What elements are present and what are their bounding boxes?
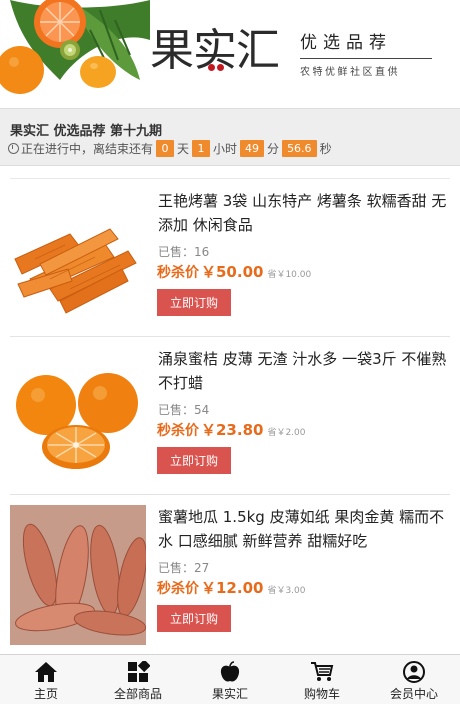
nav-label: 全部商品: [113, 687, 162, 701]
price-label: 秒杀价: [157, 423, 199, 439]
countdown-seconds-unit: 秒: [319, 142, 332, 156]
product-price: ￥50.00: [201, 263, 264, 281]
divider: [300, 58, 432, 59]
user-icon: [403, 661, 425, 683]
product-item[interactable]: 王艳烤薯 3袋 山东特产 烤薯条 软糯香甜 无添加 休闲食品 已售：16 秒杀价…: [10, 178, 450, 336]
product-name[interactable]: 涌泉蜜桔 皮薄 无渣 汁水多 一袋3斤 不催熟 不打蜡: [158, 347, 448, 395]
apple-icon: [220, 661, 240, 682]
nav-item-member-center[interactable]: 会员中心: [368, 655, 460, 704]
countdown-days: 0: [156, 140, 175, 157]
countdown-days-unit: 天: [177, 142, 190, 156]
countdown-status: 正在进行中，离结束还有: [21, 142, 154, 156]
countdown-line: 正在进行中，离结束还有 0 天 1 小时 49 分 56.6 秒: [8, 140, 332, 157]
cherry-icon: [208, 64, 224, 71]
product-price-row: 秒杀价 ￥12.00 省￥3.00: [157, 577, 306, 598]
product-sold-count: 已售：16: [158, 245, 210, 259]
fruit-banner-image: [0, 0, 150, 106]
nav-label: 会员中心: [389, 687, 438, 701]
product-image-mandarin-oranges[interactable]: [10, 347, 146, 487]
product-image-sweet-potatoes[interactable]: [10, 505, 146, 645]
home-icon: [35, 662, 57, 682]
nav-item-cart[interactable]: 购物车: [276, 655, 368, 704]
buy-now-button[interactable]: 立即订购: [157, 289, 231, 316]
product-savings: 省￥10.00: [267, 270, 312, 280]
countdown-minutes: 49: [240, 140, 265, 157]
flash-sale-info-bar: 果实汇 优选品荐 第十九期 正在进行中，离结束还有 0 天 1 小时 49 分 …: [0, 108, 460, 166]
nav-item-home[interactable]: 主页: [0, 655, 92, 704]
price-label: 秒杀价: [157, 581, 199, 597]
product-item[interactable]: 蜜薯地瓜 1.5kg 皮薄如纸 果肉金黄 糯而不水 口感细腻 新鲜营养 甜糯好吃…: [10, 494, 450, 652]
nav-item-all-products[interactable]: 全部商品: [92, 655, 184, 704]
buy-now-button[interactable]: 立即订购: [157, 447, 231, 474]
countdown-minutes-unit: 分: [267, 142, 280, 156]
nav-label: 果实汇: [211, 687, 248, 701]
clock-icon: [8, 143, 19, 154]
product-name[interactable]: 王艳烤薯 3袋 山东特产 烤薯条 软糯香甜 无添加 休闲食品: [158, 189, 448, 237]
nav-label: 主页: [33, 687, 58, 701]
grid-icon: [128, 661, 150, 682]
nav-item-brand[interactable]: 果实汇: [184, 655, 276, 704]
product-price-row: 秒杀价 ￥50.00 省￥10.00: [157, 261, 311, 282]
bottom-navigation: 主页 全部商品 果实汇 购物车 会员中心: [0, 654, 460, 704]
countdown-hours: 1: [192, 140, 211, 157]
product-sold-count: 已售：27: [158, 561, 210, 575]
product-price-row: 秒杀价 ￥23.80 省￥2.00: [157, 419, 306, 440]
app-header: 果实汇 优选品荐 农特优鲜社区直供: [0, 0, 460, 106]
cart-icon: [311, 662, 334, 681]
product-price: ￥12.00: [201, 579, 264, 597]
product-name[interactable]: 蜜薯地瓜 1.5kg 皮薄如纸 果肉金黄 糯而不水 口感细腻 新鲜营养 甜糯好吃: [158, 505, 448, 553]
price-label: 秒杀价: [157, 265, 199, 281]
product-item[interactable]: 涌泉蜜桔 皮薄 无渣 汁水多 一袋3斤 不催熟 不打蜡 已售：54 秒杀价 ￥2…: [10, 336, 450, 494]
product-sold-count: 已售：54: [158, 403, 210, 417]
countdown-hours-unit: 小时: [213, 142, 238, 156]
countdown-seconds: 56.6: [282, 140, 317, 157]
nav-label: 购物车: [303, 687, 340, 701]
product-savings: 省￥3.00: [267, 586, 306, 596]
brand-slogan: 优选品荐 农特优鲜社区直供: [300, 28, 436, 78]
product-image-sweet-potato-fries[interactable]: [10, 189, 146, 329]
product-list: 王艳烤薯 3袋 山东特产 烤薯条 软糯香甜 无添加 休闲食品 已售：16 秒杀价…: [10, 178, 450, 652]
flash-sale-title: 果实汇 优选品荐 第十九期: [10, 124, 163, 139]
brand-tagline: 优选品荐: [300, 33, 392, 53]
buy-now-button[interactable]: 立即订购: [157, 605, 231, 632]
product-savings: 省￥2.00: [267, 428, 306, 438]
product-price: ￥23.80: [201, 421, 264, 439]
brand-subtitle: 农特优鲜社区直供: [300, 67, 400, 78]
